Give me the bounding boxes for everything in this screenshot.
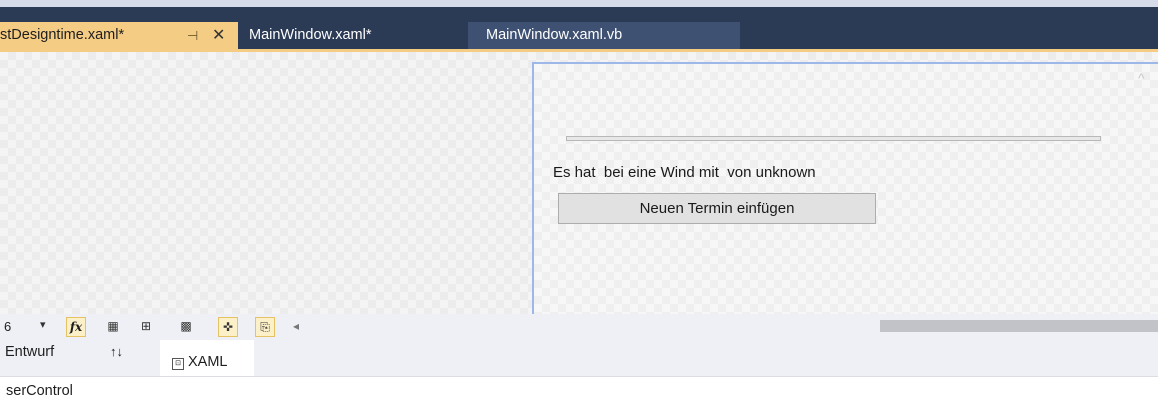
tab-label: MainWindow.xaml.vb [486, 27, 623, 43]
tab-mainwindow-xaml-vb[interactable]: MainWindow.xaml.vb [468, 22, 740, 49]
zoom-value[interactable]: 6 [4, 319, 11, 334]
breadcrumb-bar: serControl [0, 376, 1158, 397]
design-surface-window[interactable] [532, 62, 1158, 314]
title-strip [0, 0, 1158, 22]
view-switcher: Entwurf ↑↓ ⊡ XAML [0, 340, 1158, 376]
device-preview-icon[interactable]: ⎘ [255, 317, 275, 337]
scroll-left-icon[interactable]: ◂ [286, 317, 306, 337]
title-strip-light [0, 0, 1158, 7]
designer-toolbar: 6 ▾ fx ▦ ⊞ ▩ ✜ ⎘ ◂ [0, 314, 1158, 340]
designer-window: stDesigntime.xaml* ⊣ ✕ MainWindow.xaml* … [0, 0, 1158, 397]
tab-xaml-label: XAML [188, 354, 228, 370]
tab-bar-empty [740, 22, 1158, 49]
tab-design[interactable]: Entwurf [5, 344, 54, 360]
grid-icon[interactable]: ▦ [103, 317, 123, 337]
tab-label: stDesigntime.xaml* [0, 27, 125, 43]
snap-lines-icon[interactable]: ✜ [218, 317, 238, 337]
checkerboard-icon[interactable]: ▩ [176, 317, 196, 337]
progress-bar [566, 136, 1101, 141]
scroll-up-icon[interactable]: ^ [1138, 70, 1145, 86]
snap-grid-icon[interactable]: ⊞ [136, 317, 156, 337]
breadcrumb[interactable]: serControl [6, 383, 73, 397]
tab-mainwindow-xaml[interactable]: MainWindow.xaml* [238, 22, 468, 49]
tab-usercontrol-designtime[interactable]: stDesigntime.xaml* ⊣ ✕ [0, 22, 238, 49]
status-text: Es hat bei eine Wind mit von unknown [553, 164, 816, 181]
tab-xaml[interactable]: ⊡ XAML [160, 340, 254, 376]
chevron-down-icon[interactable]: ▾ [40, 318, 46, 331]
xaml-icon: ⊡ [172, 358, 184, 370]
close-icon[interactable]: ✕ [212, 22, 225, 49]
pin-icon[interactable]: ⊣ [187, 22, 198, 49]
fx-button[interactable]: fx [66, 317, 86, 337]
swap-panes-icon[interactable]: ↑↓ [110, 344, 123, 359]
horizontal-scrollbar-thumb[interactable] [880, 320, 1158, 332]
add-appointment-button[interactable]: Neuen Termin einfügen [558, 193, 876, 224]
tab-label: MainWindow.xaml* [249, 27, 372, 43]
